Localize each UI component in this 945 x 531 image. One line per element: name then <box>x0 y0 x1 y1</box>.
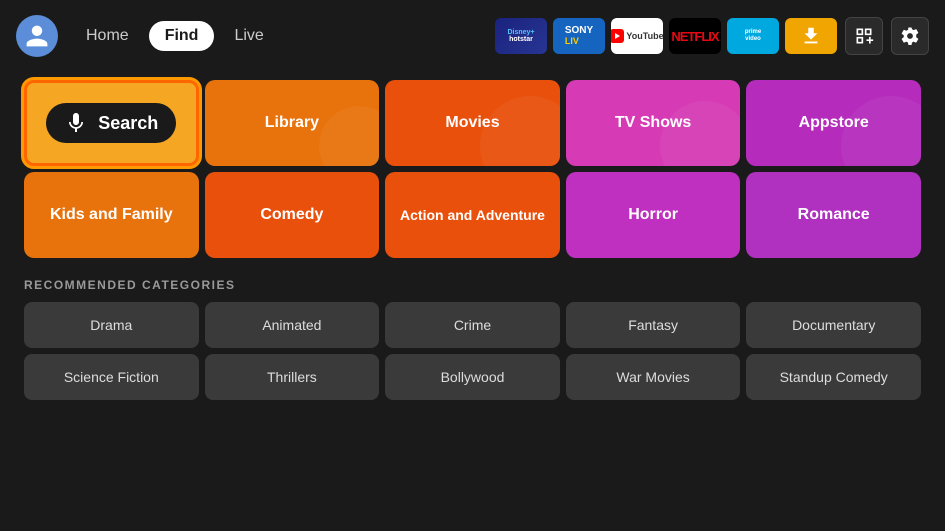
rec-scifi[interactable]: Science Fiction <box>24 354 199 400</box>
movies-tile[interactable]: Movies <box>385 80 560 166</box>
rec-drama[interactable]: Drama <box>24 302 199 348</box>
avatar[interactable] <box>16 15 58 57</box>
app-sonyliv[interactable]: SONYLIV <box>553 18 605 54</box>
app-hotstar[interactable]: Disney+ hotstar <box>495 18 547 54</box>
rec-bollywood[interactable]: Bollywood <box>385 354 560 400</box>
rec-thrillers[interactable]: Thrillers <box>205 354 380 400</box>
action-tile[interactable]: Action and Adventure <box>385 172 560 258</box>
rec-warmovies[interactable]: War Movies <box>566 354 741 400</box>
nav-find[interactable]: Find <box>149 21 215 51</box>
recommended-section: RECOMMENDED CATEGORIES Drama Animated Cr… <box>24 278 921 400</box>
main-content: Search Library Movies TV Shows Appstore … <box>0 72 945 416</box>
app-downloader[interactable] <box>785 18 837 54</box>
rec-fantasy[interactable]: Fantasy <box>566 302 741 348</box>
romance-tile[interactable]: Romance <box>746 172 921 258</box>
horror-label: Horror <box>628 206 678 224</box>
nav-live[interactable]: Live <box>218 21 279 51</box>
movies-label: Movies <box>445 114 499 132</box>
app-youtube[interactable]: YouTube <box>611 18 663 54</box>
nav-links: Home Find Live <box>70 21 280 51</box>
romance-label: Romance <box>798 206 870 224</box>
comedy-tile[interactable]: Comedy <box>205 172 380 258</box>
rec-standup[interactable]: Standup Comedy <box>746 354 921 400</box>
recommended-grid: Drama Animated Crime Fantasy Documentary… <box>24 302 921 400</box>
tvshows-tile[interactable]: TV Shows <box>566 80 741 166</box>
horror-tile[interactable]: Horror <box>566 172 741 258</box>
add-app-button[interactable] <box>845 17 883 55</box>
nav-home[interactable]: Home <box>70 21 145 51</box>
kids-label: Kids and Family <box>46 202 177 228</box>
rec-animated[interactable]: Animated <box>205 302 380 348</box>
search-tile[interactable]: Search <box>24 80 199 166</box>
library-label: Library <box>265 114 319 132</box>
appstore-label: Appstore <box>799 114 869 132</box>
tvshows-label: TV Shows <box>615 114 691 132</box>
header: Home Find Live Disney+ hotstar SONYLIV Y… <box>0 0 945 72</box>
rec-documentary[interactable]: Documentary <box>746 302 921 348</box>
settings-button[interactable] <box>891 17 929 55</box>
action-label: Action and Adventure <box>396 203 549 227</box>
categories-grid: Search Library Movies TV Shows Appstore … <box>24 80 921 258</box>
appstore-tile[interactable]: Appstore <box>746 80 921 166</box>
search-label: Search <box>98 113 158 134</box>
library-tile[interactable]: Library <box>205 80 380 166</box>
recommended-title: RECOMMENDED CATEGORIES <box>24 278 921 292</box>
app-netflix[interactable]: NETFLIX <box>669 18 721 54</box>
kids-tile[interactable]: Kids and Family <box>24 172 199 258</box>
comedy-label: Comedy <box>260 206 323 224</box>
streaming-apps: Disney+ hotstar SONYLIV YouTube NETFLIX … <box>495 18 837 54</box>
rec-crime[interactable]: Crime <box>385 302 560 348</box>
app-primevideo[interactable]: primevideo <box>727 18 779 54</box>
